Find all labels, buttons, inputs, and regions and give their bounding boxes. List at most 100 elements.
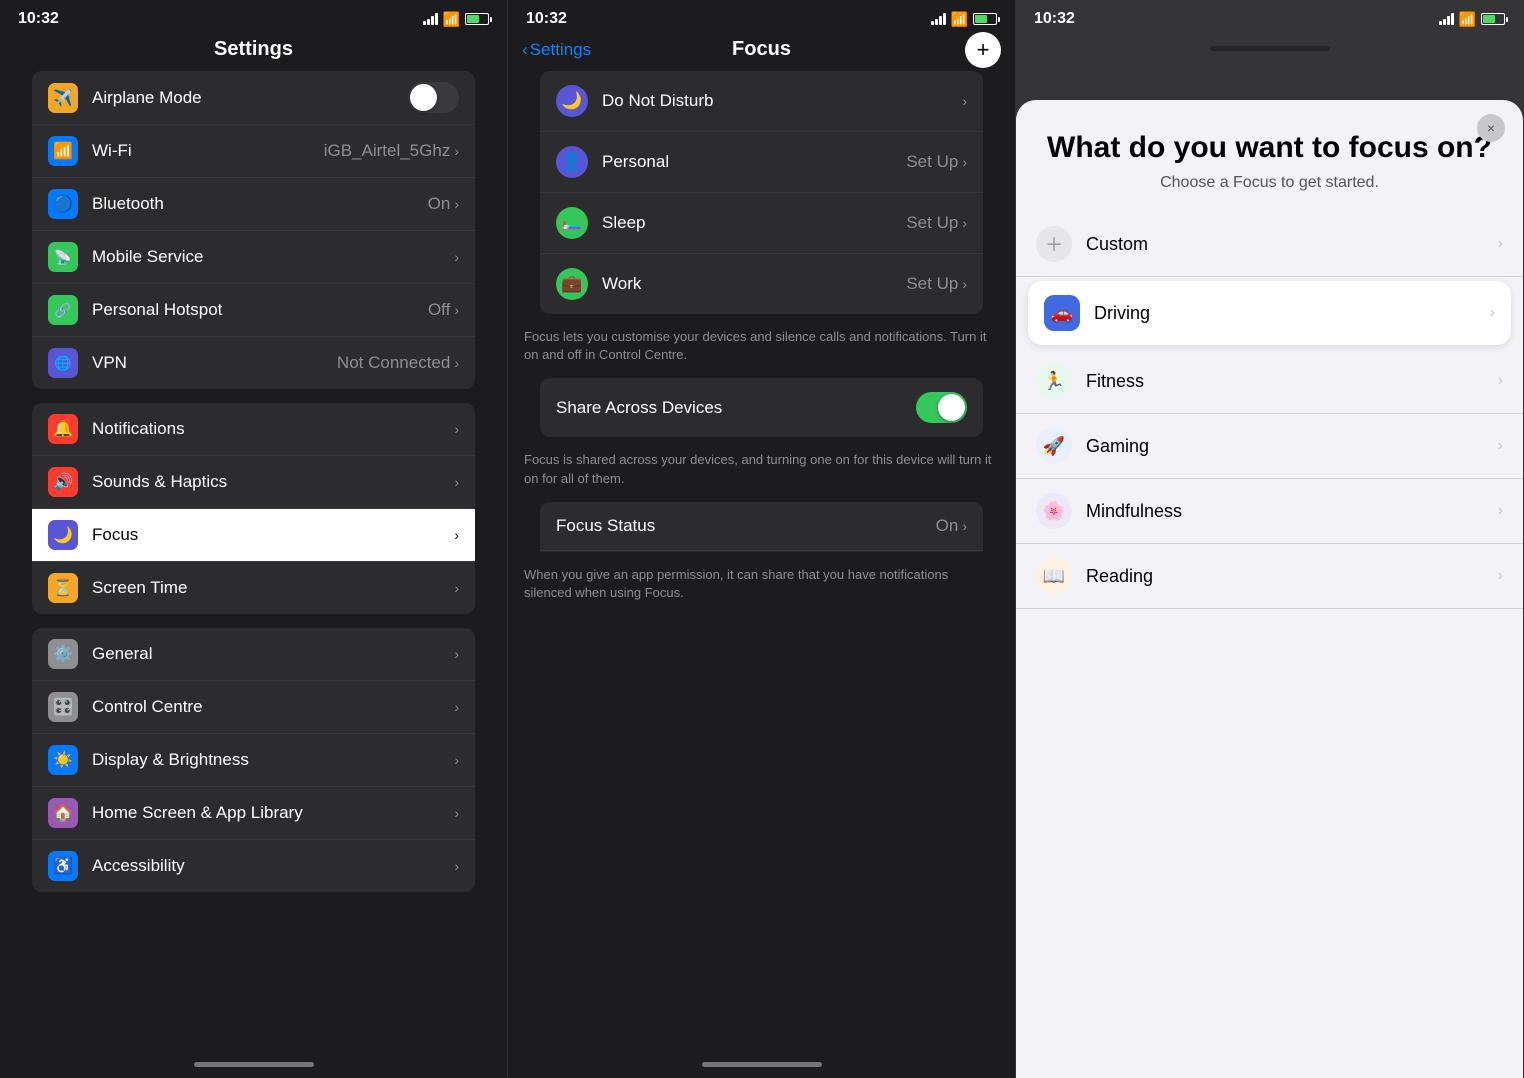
focus-option-fitness[interactable]: 🏃 Fitness › (1016, 349, 1523, 414)
mobile-chevron: › (454, 249, 459, 265)
focus-chevron: › (454, 527, 459, 543)
sleep-value: Set Up (906, 213, 958, 233)
airplane-toggle[interactable] (408, 82, 459, 113)
custom-icon: ＋ (1036, 226, 1072, 262)
wifi-icon-3: 📶 (1459, 11, 1476, 28)
mindfulness-icon: 🌸 (1036, 493, 1072, 529)
settings-item-airplane[interactable]: ✈️ Airplane Mode (32, 71, 475, 125)
focus-option-reading[interactable]: 📖 Reading › (1016, 544, 1523, 609)
settings-item-homescreen[interactable]: 🏠 Home Screen & App Library › (32, 787, 475, 840)
battery-icon-3 (1481, 13, 1505, 25)
signal-icon-2 (931, 13, 946, 25)
time-2: 10:32 (526, 10, 567, 28)
notifications-icon: 🔔 (48, 414, 78, 444)
modal-close-button[interactable]: × (1477, 114, 1505, 142)
focus-item-sleep[interactable]: 🛏️ Sleep Set Up › (540, 193, 983, 254)
modal-subtitle: Choose a Focus to get started. (1016, 174, 1523, 212)
display-icon: ☀️ (48, 745, 78, 775)
focus-nav: ‹ Settings Focus + (508, 34, 1015, 71)
focus-status-row[interactable]: Focus Status On › (540, 502, 983, 551)
focus-item-dnd[interactable]: 🌙 Do Not Disturb › (540, 71, 983, 132)
dnd-chevron: › (962, 93, 967, 109)
focus-modal: × What do you want to focus on? Choose a… (1016, 100, 1523, 1078)
settings-group-3: ⚙️ General › 🎛️ Control Centre › ☀️ Disp… (0, 628, 507, 892)
focus-options-list: ＋ Custom › 🚗 Driving › 🏃 Fitness › (1016, 212, 1523, 609)
settings-title: Settings (214, 38, 293, 61)
modal-title: What do you want to focus on? (1016, 120, 1523, 174)
focus-option-gaming[interactable]: 🚀 Gaming › (1016, 414, 1523, 479)
bluetooth-value: On (428, 194, 451, 214)
controlcentre-icon: 🎛️ (48, 692, 78, 722)
bluetooth-icon: 🔵 (48, 189, 78, 219)
mobile-icon: 📡 (48, 242, 78, 272)
sleep-label: Sleep (602, 213, 906, 233)
notifications-chevron: › (454, 421, 459, 437)
controlcentre-chevron: › (454, 699, 459, 715)
back-button[interactable]: ‹ Settings (522, 40, 591, 60)
driving-icon: 🚗 (1044, 295, 1080, 331)
custom-chevron: › (1498, 235, 1503, 253)
focus-option-custom[interactable]: ＋ Custom › (1016, 212, 1523, 277)
focus-option-driving[interactable]: 🚗 Driving › (1028, 281, 1511, 345)
time-1: 10:32 (18, 10, 59, 28)
reading-icon: 📖 (1036, 558, 1072, 594)
vpn-value: Not Connected (337, 353, 450, 373)
share-across-devices-row[interactable]: Share Across Devices (540, 378, 983, 437)
sleep-chevron: › (962, 215, 967, 231)
dnd-label: Do Not Disturb (602, 91, 962, 111)
focus-on-panel: 10:32 📶 × What do you want to focus on? … (1016, 0, 1524, 1078)
status-icons-1: 📶 (423, 11, 489, 28)
focus-item-work[interactable]: 💼 Work Set Up › (540, 254, 983, 314)
settings-item-wifi[interactable]: 📶 Wi-Fi iGB_Airtel_5Ghz › (32, 125, 475, 178)
status-bar-2: 10:32 📶 (508, 0, 1015, 34)
bluetooth-label: Bluetooth (92, 194, 428, 214)
display-chevron: › (454, 752, 459, 768)
general-icon: ⚙️ (48, 639, 78, 669)
vpn-chevron: › (454, 355, 459, 371)
wifi-chevron: › (454, 143, 459, 159)
settings-item-accessibility[interactable]: ♿ Accessibility › (32, 840, 475, 892)
settings-item-bluetooth[interactable]: 🔵 Bluetooth On › (32, 178, 475, 231)
settings-item-controlcentre[interactable]: 🎛️ Control Centre › (32, 681, 475, 734)
airplane-icon: ✈️ (48, 83, 78, 113)
work-label: Work (602, 274, 906, 294)
general-label: General (92, 644, 454, 664)
work-chevron: › (962, 276, 967, 292)
general-chevron: › (454, 646, 459, 662)
accessibility-label: Accessibility (92, 856, 454, 876)
settings-item-hotspot[interactable]: 🔗 Personal Hotspot Off › (32, 284, 475, 337)
plus-icon: + (977, 37, 990, 63)
status-icons-2: 📶 (931, 11, 997, 28)
share-toggle[interactable] (916, 392, 967, 423)
gaming-icon: 🚀 (1036, 428, 1072, 464)
homescreen-label: Home Screen & App Library (92, 803, 454, 823)
accessibility-chevron: › (454, 858, 459, 874)
wifi-icon: 📶 (443, 11, 460, 28)
focus-status-chevron: › (962, 518, 967, 534)
settings-panel: 10:32 📶 Settings ✈️ Airplane Mode (0, 0, 508, 1078)
add-focus-button[interactable]: + (965, 32, 1001, 68)
settings-item-sounds[interactable]: 🔊 Sounds & Haptics › (32, 456, 475, 509)
battery-icon-2 (973, 13, 997, 25)
settings-item-notifications[interactable]: 🔔 Notifications › (32, 403, 475, 456)
wifi-label: Wi-Fi (92, 141, 324, 161)
focus-option-mindfulness[interactable]: 🌸 Mindfulness › (1016, 479, 1523, 544)
share-label: Share Across Devices (556, 398, 916, 418)
home-indicator-2 (508, 1050, 1015, 1078)
gaming-chevron: › (1498, 437, 1503, 455)
personal-label: Personal (602, 152, 906, 172)
settings-item-focus[interactable]: 🌙 Focus › (32, 509, 475, 562)
settings-item-mobile[interactable]: 📡 Mobile Service › (32, 231, 475, 284)
settings-item-display[interactable]: ☀️ Display & Brightness › (32, 734, 475, 787)
settings-item-vpn[interactable]: 🌐 VPN Not Connected › (32, 337, 475, 389)
bluetooth-chevron: › (454, 196, 459, 212)
settings-item-screentime[interactable]: ⏳ Screen Time › (32, 562, 475, 614)
settings-item-general[interactable]: ⚙️ General › (32, 628, 475, 681)
focus-status-label: Focus Status (556, 516, 936, 536)
notifications-label: Notifications (92, 419, 454, 439)
personal-chevron: › (962, 154, 967, 170)
personal-icon: 👤 (556, 146, 588, 178)
focus-item-personal[interactable]: 👤 Personal Set Up › (540, 132, 983, 193)
screentime-chevron: › (454, 580, 459, 596)
settings-group-2: 🔔 Notifications › 🔊 Sounds & Haptics › 🌙… (0, 403, 507, 614)
